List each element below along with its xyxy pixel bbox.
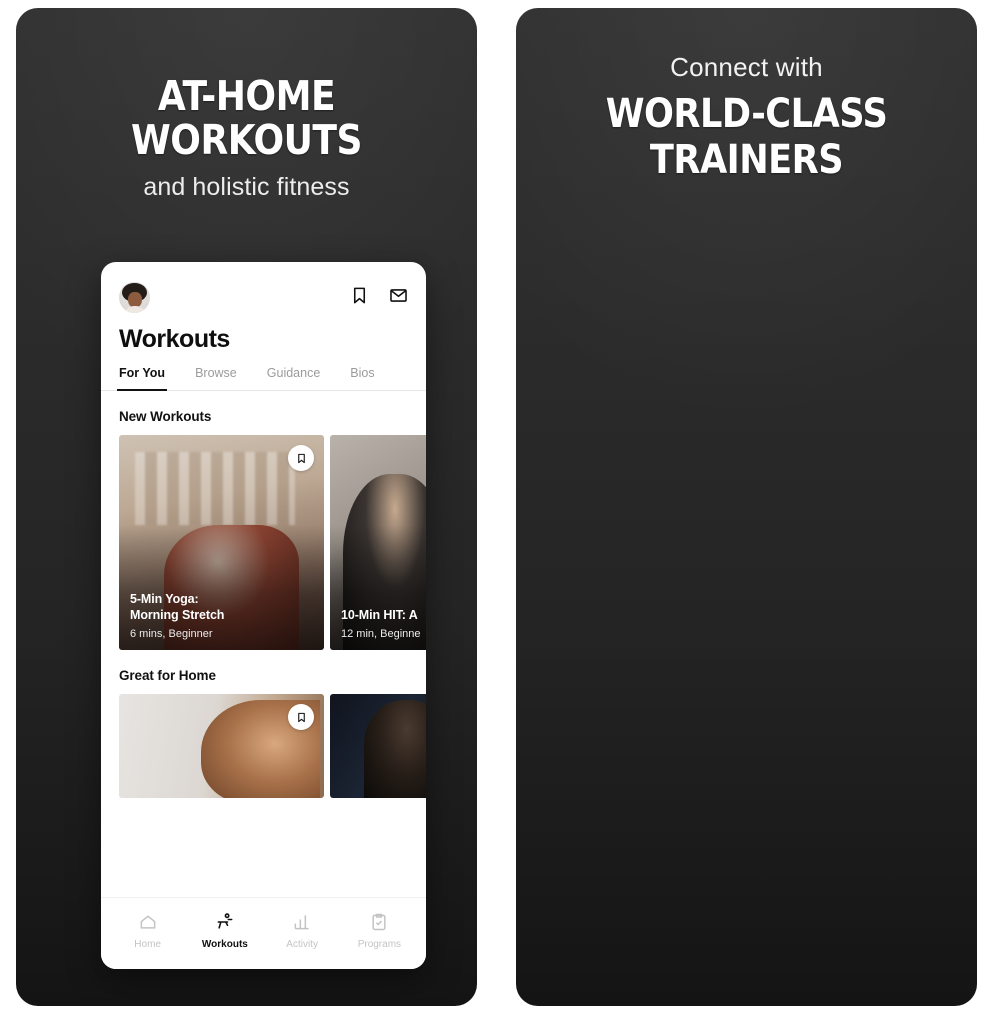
promo-headline-right-line2: TRAINERS [649, 137, 844, 184]
card-title: 5-Min Yoga: Morning Stretch [130, 592, 225, 622]
tab-browse[interactable]: Browse [195, 366, 237, 390]
avatar[interactable] [119, 282, 150, 313]
envelope-icon[interactable] [389, 286, 408, 305]
workout-card[interactable] [330, 694, 426, 798]
nav-item-activity[interactable]: Activity [264, 912, 341, 950]
card-title: 10-Min HIT: A [341, 608, 418, 622]
section-title-great-for-home: Great for Home [119, 668, 216, 683]
promo-text-left: AT-HOME WORKOUTS and holistic fitness [16, 74, 477, 202]
bottom-nav-left: Home Workouts Activity Programs [101, 897, 426, 969]
card-row-great-for-home [101, 694, 426, 798]
nav-item-workouts[interactable]: Workouts [186, 912, 263, 950]
content-area-left: New Workouts 5-Min Yoga: Morning Stretch… [101, 391, 426, 969]
home-icon [138, 912, 158, 932]
screenshot-root: AT-HOME WORKOUTS and holistic fitness Wo… [0, 0, 994, 1024]
tab-for-you[interactable]: For You [116, 366, 168, 391]
bookmark-icon[interactable] [350, 286, 369, 305]
clipboard-check-icon [369, 912, 389, 932]
card-meta: 6 mins, Beginner [130, 628, 213, 640]
section-title-new-workouts: New Workouts [119, 409, 212, 424]
nav-label: Workouts [201, 938, 248, 950]
promo-panel-at-home-workouts: AT-HOME WORKOUTS and holistic fitness Wo… [16, 8, 477, 1006]
phone-mockup-left: Workouts For You Browse Guidance Bios Ne… [101, 262, 426, 969]
tab-bios[interactable]: Bios [350, 366, 374, 390]
card-meta: 12 min, Beginne [341, 628, 421, 640]
promo-text-right: Connect with WORLD-CLASS TRAINERS [516, 52, 977, 184]
runner-icon [215, 912, 235, 932]
nav-label: Programs [357, 938, 402, 950]
tab-bar-left: For You Browse Guidance Bios [101, 354, 426, 391]
card-row-new-workouts: 5-Min Yoga: Morning Stretch 6 mins, Begi… [101, 435, 426, 650]
card-bookmark-button[interactable] [288, 445, 314, 471]
promo-headline-left: AT-HOME WORKOUTS [131, 72, 362, 165]
promo-kicker-right: Connect with [670, 52, 823, 82]
promo-panel-world-class-trainers: Connect with WORLD-CLASS TRAINERS [516, 8, 977, 1006]
nav-label: Home [134, 938, 161, 950]
tab-guidance[interactable]: Guidance [267, 366, 321, 390]
nav-label: Activity [286, 938, 318, 950]
promo-subline-left: and holistic fitness [143, 172, 350, 201]
nav-item-home[interactable]: Home [109, 912, 186, 950]
workout-card[interactable] [119, 694, 324, 798]
nav-item-programs[interactable]: Programs [341, 912, 418, 950]
app-bar-left [101, 262, 426, 313]
tab-spacer [375, 366, 408, 390]
promo-headline-right-line1: WORLD-CLASS [605, 91, 888, 137]
page-title: Workouts [119, 325, 230, 353]
workout-thumbnail [330, 694, 426, 798]
card-bookmark-button[interactable] [288, 704, 314, 730]
bar-chart-icon [292, 912, 312, 932]
workout-card[interactable]: 5-Min Yoga: Morning Stretch 6 mins, Begi… [119, 435, 324, 650]
workout-card[interactable]: 10-Min HIT: A 12 min, Beginne [330, 435, 426, 650]
